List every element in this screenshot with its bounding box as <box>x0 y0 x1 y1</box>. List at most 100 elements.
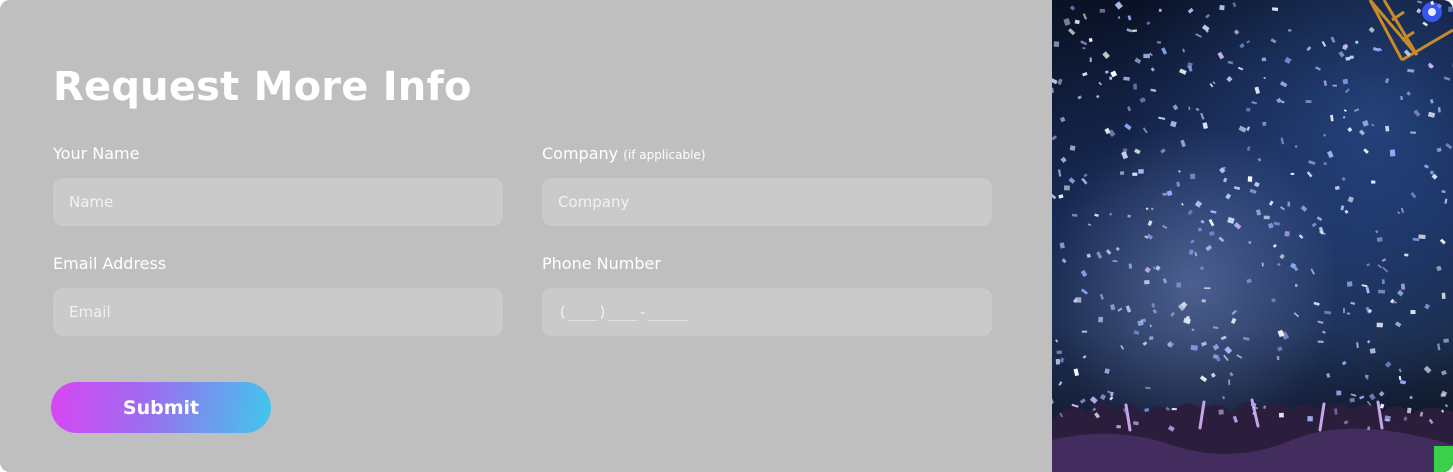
confetti-piece <box>1279 206 1285 211</box>
confetti-piece <box>1116 424 1122 429</box>
confetti-piece <box>1055 339 1059 343</box>
confetti-piece <box>1378 289 1386 294</box>
confetti-piece <box>1126 28 1133 33</box>
confetti-piece <box>1369 348 1376 354</box>
company-input[interactable] <box>542 178 992 226</box>
confetti-piece <box>1409 395 1413 400</box>
confetti-piece <box>1150 88 1157 93</box>
name-input[interactable] <box>53 178 503 226</box>
confetti-piece <box>1210 210 1217 214</box>
phone-label-text: Phone Number <box>542 254 661 273</box>
confetti-piece <box>1195 107 1200 112</box>
confetti-piece <box>1053 41 1060 48</box>
confetti-piece <box>1176 181 1181 187</box>
confetti-piece <box>1347 196 1354 203</box>
confetti-piece <box>1094 213 1099 218</box>
confetti-piece <box>1082 47 1086 50</box>
confetti-piece <box>1300 205 1308 212</box>
confetti-piece <box>1073 368 1080 377</box>
phone-label: Phone Number <box>542 254 661 273</box>
confetti-piece <box>1201 24 1210 32</box>
confetti-piece <box>1152 308 1158 314</box>
confetti-piece <box>1075 297 1082 303</box>
confetti-piece <box>1201 299 1206 303</box>
confetti-piece <box>1305 100 1312 104</box>
confetti-piece <box>1081 330 1088 333</box>
confetti-piece <box>1397 210 1401 215</box>
confetti-piece <box>1089 57 1092 62</box>
confetti-piece <box>1057 169 1062 177</box>
confetti-piece <box>1063 185 1070 191</box>
confetti-piece <box>1378 390 1385 397</box>
confetti-piece <box>1057 78 1063 85</box>
confetti-piece <box>1246 39 1251 44</box>
confetti-piece <box>1212 343 1220 351</box>
confetti-piece <box>1146 20 1151 26</box>
confetti-piece <box>1355 40 1359 44</box>
confetti-piece <box>1384 361 1392 368</box>
confetti-piece <box>1444 403 1449 408</box>
submit-button[interactable]: Submit <box>51 382 271 433</box>
confetti-piece <box>1197 227 1202 232</box>
confetti-piece <box>1166 190 1173 197</box>
confetti-piece <box>1052 398 1054 405</box>
company-label: Company (if applicable) <box>542 144 706 163</box>
confetti-piece <box>1147 220 1153 227</box>
confetti-piece <box>1371 124 1375 127</box>
confetti-piece <box>1132 172 1138 176</box>
confetti-piece <box>1365 377 1369 380</box>
confetti-piece <box>1145 207 1149 211</box>
confetti-piece <box>1271 298 1276 303</box>
confetti-piece <box>1356 342 1359 348</box>
confetti-piece <box>1223 354 1229 362</box>
confetti-piece <box>1427 62 1435 69</box>
confetti-piece <box>1202 122 1208 130</box>
confetti-piece <box>1099 393 1107 401</box>
confetti-piece <box>1176 282 1182 288</box>
confetti-piece <box>1251 101 1258 105</box>
confetti-piece <box>1059 357 1065 364</box>
confetti-piece <box>1124 123 1132 131</box>
confetti-piece <box>1323 80 1328 87</box>
confetti-piece <box>1139 97 1146 103</box>
confetti-piece <box>1239 43 1245 49</box>
confetti-piece <box>1182 48 1186 53</box>
confetti-piece <box>1194 251 1198 257</box>
confetti-piece <box>1068 177 1076 184</box>
confetti-piece <box>1271 7 1279 12</box>
phone-input[interactable] <box>542 288 992 336</box>
confetti-piece <box>1109 396 1114 401</box>
confetti-piece <box>1058 381 1063 386</box>
confetti-piece <box>1364 374 1369 379</box>
confetti-piece <box>1326 150 1334 159</box>
confetti-illustration <box>1052 0 1453 472</box>
confetti-piece <box>1199 266 1205 271</box>
confetti-piece <box>1448 6 1453 12</box>
confetti-piece <box>1219 4 1225 11</box>
confetti-piece <box>1262 121 1267 126</box>
confetti-piece <box>1125 305 1132 313</box>
confetti-piece <box>1089 396 1098 404</box>
confetti-piece <box>1080 40 1088 46</box>
confetti-piece <box>1384 78 1390 84</box>
confetti-piece <box>1368 393 1376 401</box>
confetti-piece <box>1290 172 1295 175</box>
confetti-piece <box>1317 320 1324 324</box>
email-label: Email Address <box>53 254 166 273</box>
confetti-piece <box>1276 346 1283 352</box>
concert-confetti-photo <box>1052 0 1453 472</box>
confetti-piece <box>1310 268 1315 275</box>
confetti-piece <box>1436 147 1442 153</box>
confetti-piece <box>1261 57 1267 62</box>
confetti-piece <box>1410 192 1417 199</box>
confetti-piece <box>1293 312 1300 318</box>
confetti-piece <box>1441 370 1447 376</box>
confetti-piece <box>1431 173 1438 180</box>
confetti-piece <box>1183 317 1191 325</box>
confetti-piece <box>1441 292 1446 299</box>
email-input[interactable] <box>53 288 503 336</box>
confetti-piece <box>1104 368 1110 375</box>
confetti-piece <box>1345 56 1351 61</box>
confetti-piece <box>1272 243 1277 248</box>
confetti-piece <box>1069 5 1076 11</box>
